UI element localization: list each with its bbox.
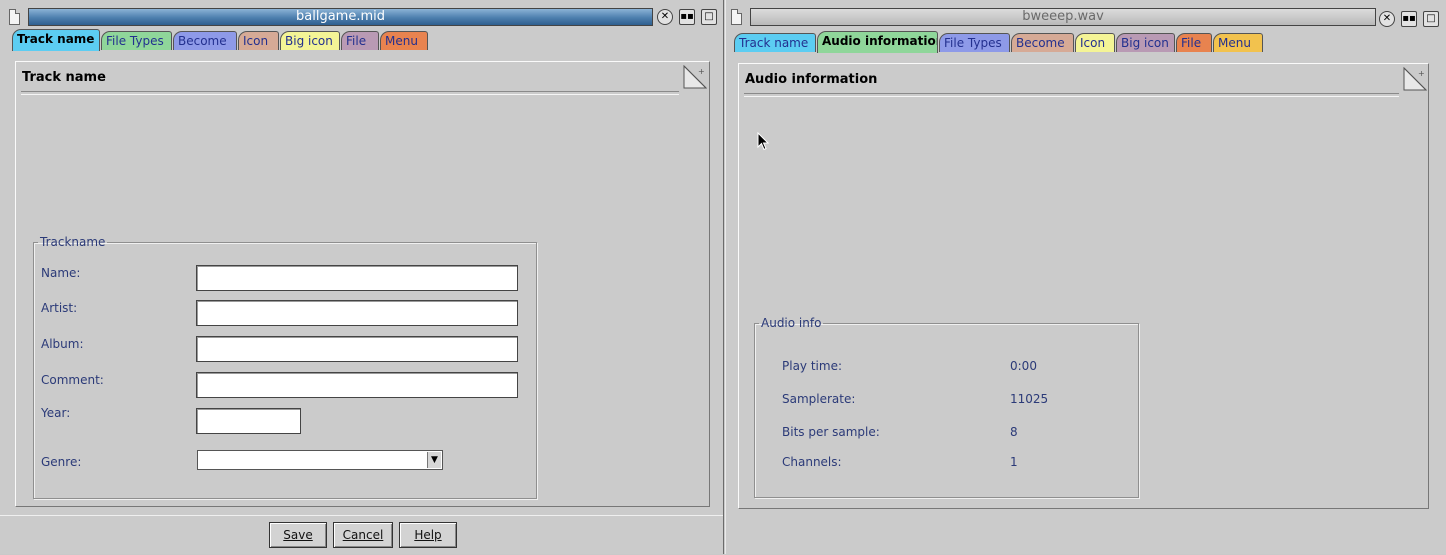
album-label: Album: [41, 337, 84, 351]
tab-menu[interactable]: Menu [380, 31, 428, 50]
document-icon[interactable] [9, 9, 20, 25]
genre-label: Genre: [41, 455, 82, 469]
tab-file-types[interactable]: File Types [101, 31, 172, 50]
year-field[interactable] [196, 408, 301, 434]
help-button[interactable]: Help [399, 522, 457, 548]
bits-per-sample-label: Bits per sample: [782, 425, 880, 439]
tab-label: Menu [1218, 36, 1251, 50]
tab-label: Track name [739, 36, 809, 50]
tab-file-types[interactable]: File Types [939, 33, 1010, 52]
tab-label: File Types [106, 34, 164, 48]
tab-track-name[interactable]: Track name [12, 29, 100, 51]
channels-label: Channels: [782, 455, 842, 469]
tab-menu[interactable]: Menu [1213, 33, 1263, 52]
tab-become[interactable]: Become [1011, 33, 1074, 52]
maximize-icon[interactable]: □ [1423, 11, 1439, 27]
title-bar[interactable]: ballgame.mid ✕ ▪▪ □ [0, 6, 724, 28]
mouse-pointer-icon [757, 132, 769, 151]
svg-text:+: + [1418, 69, 1425, 78]
audio-info-group: Audio info [754, 316, 1139, 498]
tab-track-name[interactable]: Track name [734, 33, 816, 52]
name-label: Name: [41, 266, 81, 280]
genre-select[interactable]: ▼ [197, 450, 443, 470]
cancel-button[interactable]: Cancel [333, 522, 393, 548]
tab-file[interactable]: File [1176, 33, 1212, 52]
tab-icon[interactable]: Icon [1075, 33, 1115, 52]
group-title: Audio info [761, 316, 822, 330]
audio-information-panel: Audio information + Audio info Play time… [738, 63, 1429, 509]
artist-label: Artist: [41, 301, 78, 315]
samplerate-label: Samplerate: [782, 392, 856, 406]
window-title[interactable]: ballgame.mid [28, 8, 653, 26]
document-icon[interactable] [731, 9, 742, 25]
artist-field[interactable] [196, 300, 518, 326]
tab-label: Become [178, 34, 227, 48]
tab-label: Menu [385, 34, 418, 48]
tab-label: File Types [944, 36, 1002, 50]
tab-become[interactable]: Become [173, 31, 237, 50]
divider [21, 91, 679, 95]
bweeep-window: bweeep.wav ✕ ▪▪ □ Track name Audio infor… [725, 0, 1446, 554]
comment-field[interactable] [196, 372, 518, 398]
save-button[interactable]: Save [269, 522, 327, 548]
tab-label: Audio information [822, 34, 938, 48]
save-label: Save [283, 528, 313, 542]
page-fold-icon[interactable]: + [1403, 67, 1427, 91]
chevron-down-icon[interactable]: ▼ [427, 452, 441, 468]
tab-label: Icon [1080, 36, 1106, 50]
tab-icon[interactable]: Icon [238, 31, 279, 50]
tab-big-icon[interactable]: Big icon [280, 31, 340, 50]
window-title[interactable]: bweeep.wav [750, 8, 1376, 26]
samplerate-value: 11025 [1010, 392, 1049, 406]
tab-label: Icon [243, 34, 269, 48]
panel-title: Audio information [745, 72, 878, 87]
page-fold-icon[interactable]: + [683, 65, 707, 89]
tab-label: Big icon [285, 34, 333, 48]
close-icon[interactable]: ✕ [1379, 11, 1395, 27]
iconify-icon[interactable]: ▪▪ [679, 9, 695, 25]
svg-text:+: + [698, 67, 705, 76]
tab-big-icon[interactable]: Big icon [1116, 33, 1175, 52]
tab-label: Big icon [1121, 36, 1169, 50]
tab-label: Track name [17, 32, 95, 46]
close-icon[interactable]: ✕ [657, 9, 673, 25]
tab-label: Become [1016, 36, 1065, 50]
group-title: Trackname [40, 235, 106, 249]
maximize-icon[interactable]: □ [701, 9, 717, 25]
bits-per-sample-value: 8 [1010, 425, 1018, 439]
play-time-label: Play time: [782, 359, 842, 373]
help-label: Help [414, 528, 442, 542]
tab-label: File [1181, 36, 1202, 50]
tab-file[interactable]: File [341, 31, 379, 50]
name-field[interactable] [196, 265, 518, 291]
year-label: Year: [41, 406, 71, 420]
album-field[interactable] [196, 336, 518, 362]
tab-audio-information[interactable]: Audio information [817, 31, 938, 53]
panel-title: Track name [22, 70, 106, 85]
button-bar: Save Cancel Help [0, 515, 723, 555]
title-bar[interactable]: bweeep.wav ✕ ▪▪ □ [726, 6, 1446, 28]
channels-value: 1 [1010, 455, 1018, 469]
cancel-label: Cancel [342, 528, 384, 542]
divider [744, 93, 1399, 97]
tab-label: File [346, 34, 367, 48]
play-time-value: 0:00 [1010, 359, 1037, 373]
track-name-panel: Track name + Trackname Name: Artist: Alb… [15, 61, 710, 507]
comment-label: Comment: [41, 373, 104, 387]
ballgame-window: ballgame.mid ✕ ▪▪ □ Track name File Type… [0, 0, 724, 554]
iconify-icon[interactable]: ▪▪ [1401, 11, 1417, 27]
